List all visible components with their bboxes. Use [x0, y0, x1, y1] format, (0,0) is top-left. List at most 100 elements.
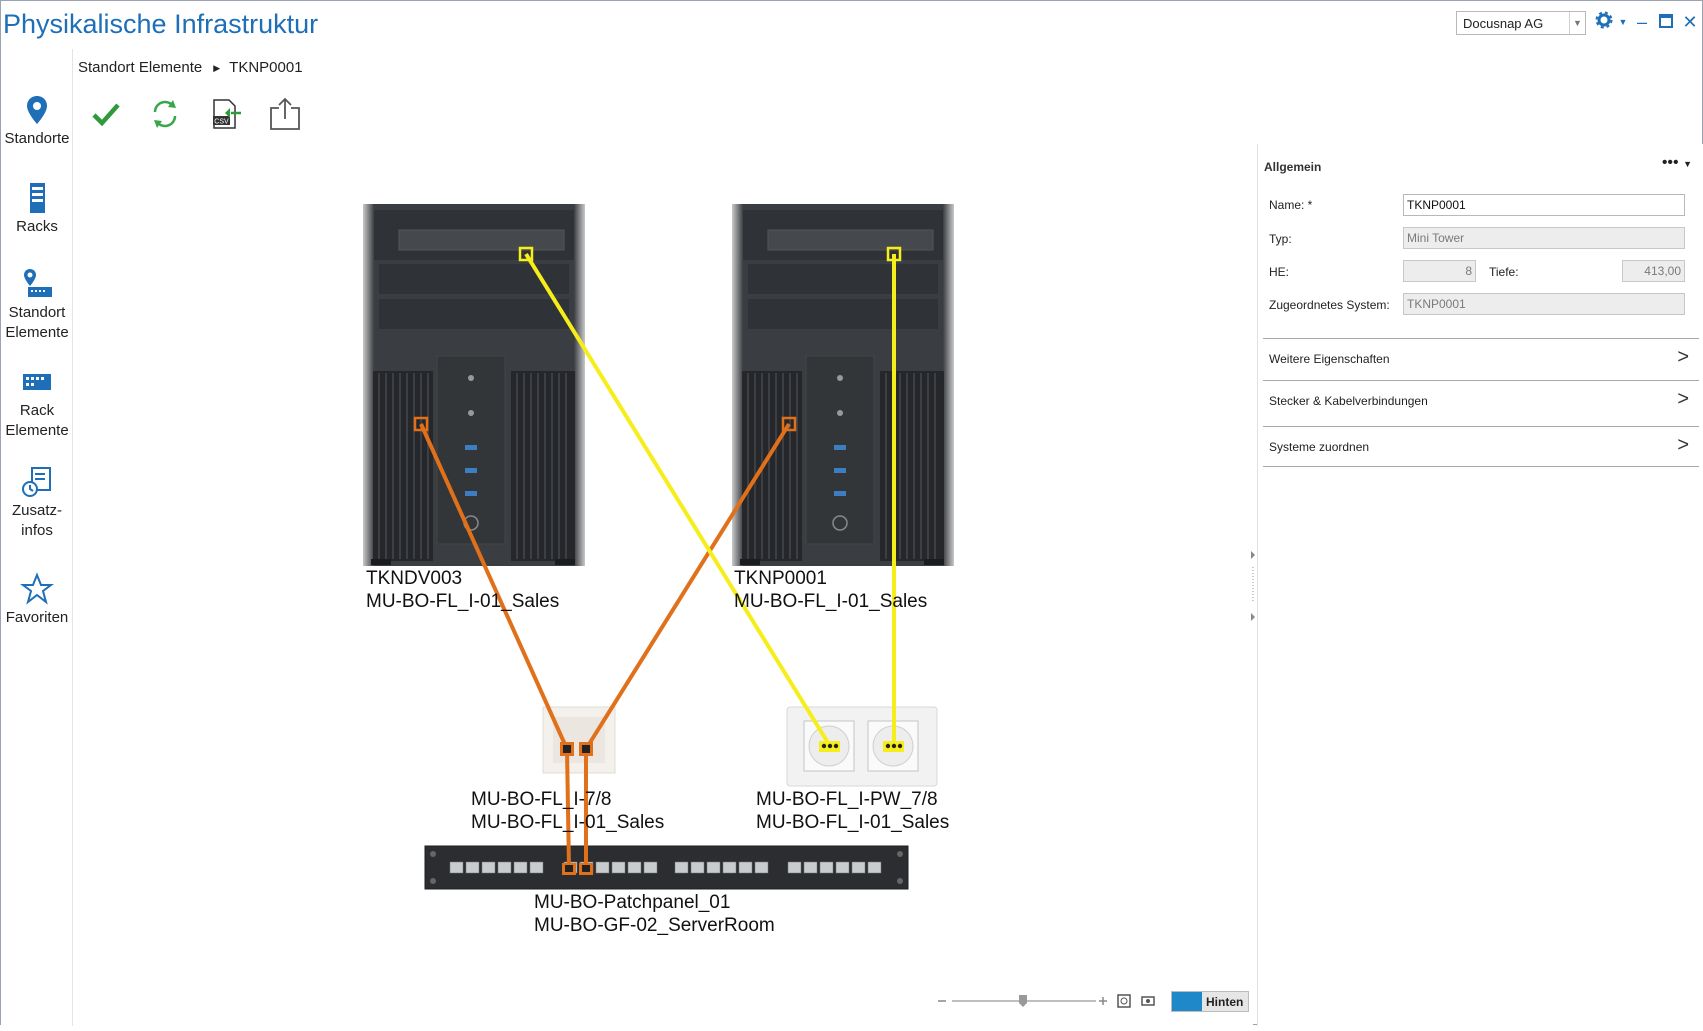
sidebar-item-label: Racks [16, 218, 58, 235]
panel-splitter-handle[interactable] [1250, 551, 1256, 621]
sidebar-item-label: Elemente [5, 422, 69, 439]
more-options-button[interactable]: ••• ▼ [1662, 154, 1692, 172]
zoom-in-button[interactable] [1099, 997, 1107, 1005]
section-weitere-eigenschaften[interactable]: Weitere Eigenschaften > [1263, 338, 1699, 378]
company-select-value: Docusnap AG [1463, 16, 1544, 31]
section-stecker-kabelverbindungen[interactable]: Stecker & Kabelverbindungen > [1263, 380, 1699, 420]
fit-to-window-icon[interactable] [1117, 994, 1131, 1008]
chevron-right-icon: > [1677, 388, 1689, 410]
name-field[interactable] [1403, 194, 1685, 216]
tower-device-tkndv003[interactable] [363, 204, 585, 566]
star-icon [20, 572, 54, 605]
sidebar-item-zusatzinfos[interactable]: Zusatz- infos [1, 465, 73, 541]
patch-port[interactable] [513, 861, 528, 874]
app-title: Physikalische Infrastruktur [3, 9, 319, 39]
save-button[interactable] [86, 94, 126, 134]
patch-port[interactable] [497, 861, 512, 874]
patch-port[interactable] [835, 861, 850, 874]
minimize-icon[interactable]: – [1631, 11, 1653, 33]
sidebar-item-label: infos [21, 522, 53, 539]
patch-port[interactable] [595, 861, 610, 874]
device-name-label: TKNP0001 [734, 568, 827, 589]
patch-port[interactable] [787, 861, 802, 874]
checkmark-icon [92, 103, 120, 127]
sidebar-item-favoriten[interactable]: Favoriten [1, 572, 73, 628]
patchpanel-name-label: MU-BO-Patchpanel_01 [534, 892, 730, 913]
patch-port[interactable] [803, 861, 818, 874]
sidebar-item-standorte[interactable]: Standorte [1, 93, 73, 149]
typ-label: Typ: [1269, 232, 1292, 246]
patch-panel[interactable] [424, 845, 909, 890]
share-icon [270, 97, 300, 130]
breadcrumb-parent[interactable]: Standort Elemente [78, 59, 202, 76]
location-pin-icon [27, 96, 47, 124]
sidebar-item-rack-elemente[interactable]: Rack Elemente [1, 365, 73, 441]
power-outlet-location-label: MU-BO-FL_I-01_Sales [756, 812, 949, 833]
device-location-label: MU-BO-FL_I-01_Sales [734, 591, 927, 612]
tiefe-field: 413,00 [1622, 260, 1685, 282]
toggle-indicator [1172, 992, 1202, 1011]
actual-size-icon[interactable] [1141, 996, 1155, 1006]
name-label: Name: * [1269, 198, 1313, 212]
section-label: Stecker & Kabelverbindungen [1269, 394, 1428, 408]
sidebar-item-standort-elemente[interactable]: Standort Elemente [1, 267, 73, 343]
he-label: HE: [1269, 265, 1290, 279]
csv-export-icon: CSV [213, 99, 241, 129]
close-icon[interactable]: ✕ [1679, 11, 1701, 33]
patch-port[interactable] [754, 861, 769, 874]
network-outlet-name-label: MU-BO-FL_I-7/8 [471, 789, 611, 810]
power-outlet[interactable] [786, 706, 938, 787]
view-toggle-label: Hinten [1206, 995, 1244, 1009]
company-select[interactable]: Docusnap AG ▼ [1456, 11, 1586, 35]
breadcrumb: Standort Elemente ▶ TKNP0001 [78, 59, 303, 76]
svg-text:CSV: CSV [214, 119, 229, 126]
breadcrumb-current: TKNP0001 [229, 59, 303, 76]
sidebar-item-label: Zusatz- [11, 502, 62, 519]
title-bar: Physikalische Infrastruktur Docusnap AG … [1, 1, 1703, 49]
power-outlet-name-label: MU-BO-FL_I-PW_7/8 [756, 789, 938, 810]
patch-port[interactable] [529, 861, 544, 874]
network-outlet-location-label: MU-BO-FL_I-01_Sales [471, 812, 664, 833]
sidebar-item-label: Rack [19, 402, 55, 419]
tiefe-label: Tiefe: [1489, 265, 1519, 279]
patch-port[interactable] [627, 861, 642, 874]
refresh-button[interactable] [145, 94, 185, 134]
patch-port[interactable] [611, 861, 626, 874]
breadcrumb-separator-icon: ▶ [213, 62, 221, 73]
section-systeme-zuordnen[interactable]: Systeme zuordnen > [1263, 426, 1699, 466]
section-divider [1263, 466, 1699, 467]
patch-port[interactable] [851, 861, 866, 874]
patch-port[interactable] [481, 861, 496, 874]
patch-port[interactable] [643, 861, 658, 874]
zoom-slider-handle[interactable] [1019, 995, 1027, 1007]
patch-port[interactable] [449, 861, 464, 874]
diagram-canvas[interactable]: TKNDV003 MU-BO-FL_I-01_Sales TKNP0001 MU… [73, 144, 1253, 1026]
csv-import-button[interactable]: CSV [205, 94, 245, 134]
more-icon: ••• [1661, 154, 1679, 171]
zugeordnetes-system-label: Zugeordnetes System: [1269, 298, 1390, 312]
patch-port[interactable] [819, 861, 834, 874]
sidebar-item-label: Elemente [5, 324, 69, 341]
tower-device-tknp0001[interactable] [732, 204, 954, 566]
rack-icon [30, 183, 45, 213]
chevron-down-icon[interactable]: ▼ [1569, 12, 1585, 34]
patch-port[interactable] [465, 861, 480, 874]
zugeordnetes-system-field: TKNP0001 [1403, 293, 1685, 315]
maximize-icon[interactable] [1655, 11, 1677, 33]
app-window: Physikalische Infrastruktur Docusnap AG … [0, 0, 1703, 1026]
chevron-right-icon: > [1677, 434, 1689, 456]
patch-port[interactable] [722, 861, 737, 874]
sidebar: Standorte Racks Standort Elemente Rack E… [1, 49, 73, 1026]
device-location-label: MU-BO-FL_I-01_Sales [366, 591, 559, 612]
patch-port[interactable] [706, 861, 721, 874]
patch-port[interactable] [690, 861, 705, 874]
properties-panel: Allgemein ••• ▼ Name: * Typ: Mini Tower … [1257, 144, 1703, 1026]
section-label: Weitere Eigenschaften [1269, 352, 1390, 366]
patch-port[interactable] [867, 861, 882, 874]
view-toggle-button[interactable]: Hinten [1171, 991, 1249, 1012]
share-button[interactable] [265, 94, 305, 134]
sidebar-item-racks[interactable]: Racks [1, 181, 73, 237]
chevron-right-icon: > [1677, 346, 1689, 368]
patch-port[interactable] [738, 861, 753, 874]
patch-port[interactable] [674, 861, 689, 874]
